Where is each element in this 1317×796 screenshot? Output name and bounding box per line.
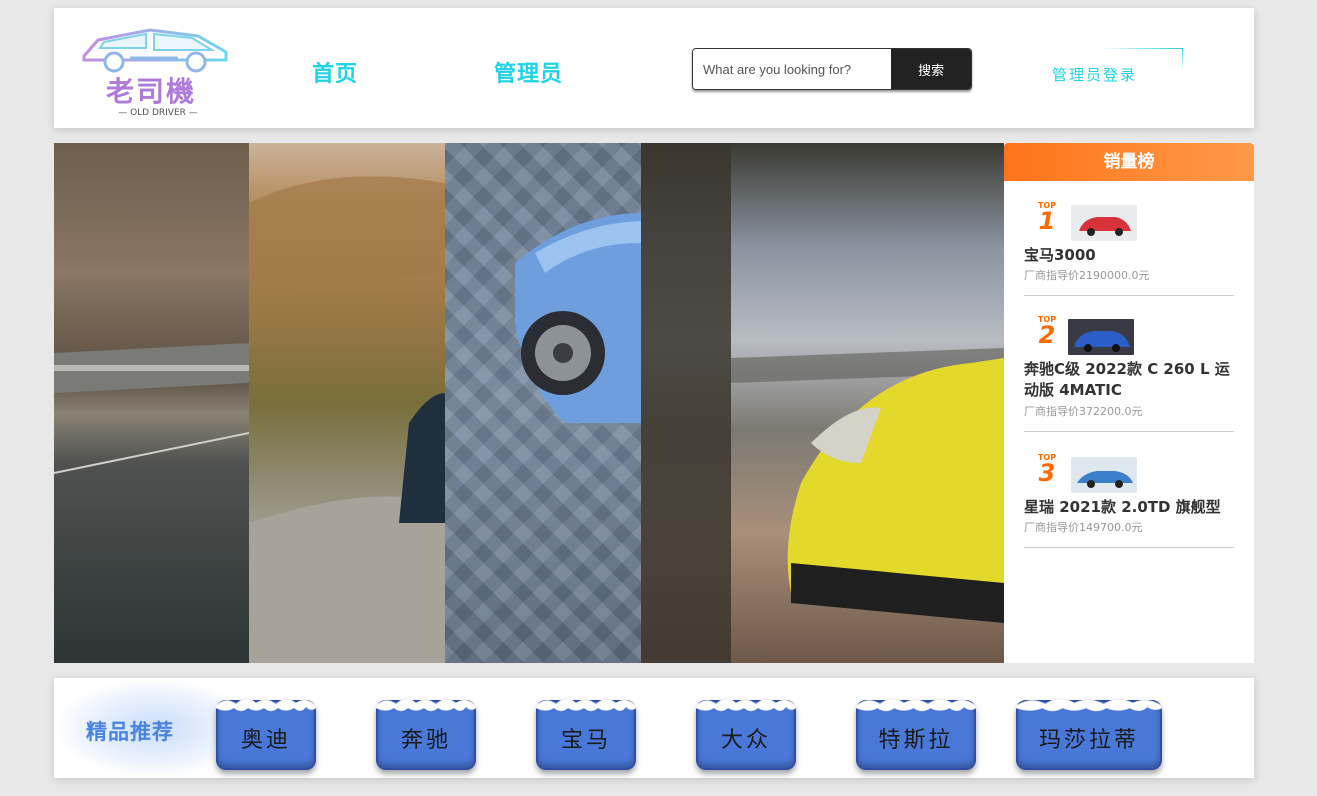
car-thumbnail [1071, 205, 1137, 241]
red-car-icon [1071, 205, 1137, 241]
search-input[interactable] [693, 49, 892, 89]
snow-cap-icon [1016, 698, 1162, 712]
recommended-brands-bar: 精品推荐 奥迪 奔驰 宝马 大众 特斯拉 玛莎拉蒂 [54, 678, 1254, 778]
top-rank-badge: TOP 2 [1032, 315, 1062, 349]
car-thumbnail [1071, 457, 1137, 493]
carousel-panel[interactable] [54, 143, 249, 663]
login-decoration [1098, 48, 1183, 49]
carousel-panel[interactable] [445, 143, 641, 663]
snow-cap-icon [856, 698, 976, 712]
site-header: 老司機 — OLD DRIVER — 首页 管理员 搜索 管理员登录 [54, 8, 1254, 128]
brand-button-audi[interactable]: 奥迪 [216, 698, 316, 770]
brand-button-volkswagen[interactable]: 大众 [696, 698, 796, 770]
snow-cap-icon [376, 698, 476, 712]
brand-button-benz[interactable]: 奔驰 [376, 698, 476, 770]
sales-ranking-panel: 销量榜 TOP 1 宝马3000 厂商指导价2190000.0元 TOP 2 奔… [1004, 143, 1254, 663]
blue-car-image [515, 213, 641, 423]
brand-button-tesla[interactable]: 特斯拉 [856, 698, 976, 770]
logo-subtitle: — OLD DRIVER — [118, 108, 198, 118]
car-name: 奔驰C级 2022款 C 260 L 运动版 4MATIC [1024, 360, 1230, 399]
brand-button-bmw[interactable]: 宝马 [536, 698, 636, 770]
car-name: 星瑞 2021款 2.0TD 旗舰型 [1024, 498, 1221, 516]
brand-label: 玛莎拉蒂 [1038, 728, 1139, 753]
login-decoration [1182, 48, 1183, 70]
blue-car-icon [1068, 319, 1134, 355]
sedan-car-icon [1071, 457, 1137, 493]
nav-home-link[interactable]: 首页 [312, 56, 358, 88]
snow-cap-icon [536, 698, 636, 712]
car-name: 宝马3000 [1024, 246, 1096, 264]
admin-login: 管理员登录 [1048, 48, 1183, 88]
yellow-car-image [641, 143, 1004, 663]
brand-label: 大众 [720, 728, 771, 753]
ranking-title: 销量榜 [1004, 143, 1254, 181]
nav-admin-link[interactable]: 管理员 [494, 56, 563, 88]
recommend-title: 精品推荐 [86, 720, 174, 744]
snow-cap-icon [696, 698, 796, 712]
car-thumbnail [1068, 319, 1134, 355]
rank-number: 3 [1038, 459, 1056, 487]
brand-label: 奥迪 [240, 728, 291, 753]
carousel-panel[interactable] [641, 143, 1004, 663]
logo-text: 老司機 [105, 75, 196, 108]
car-price: 厂商指导价372200.0元 [1024, 405, 1143, 418]
top-rank-badge: TOP 3 [1032, 453, 1062, 487]
car-image-carousel [54, 143, 1004, 663]
rank-number: 1 [1038, 207, 1056, 235]
admin-login-button[interactable]: 管理员登录 [1052, 64, 1137, 85]
brand-button-maserati[interactable]: 玛莎拉蒂 [1016, 698, 1162, 770]
brand-label: 特斯拉 [878, 728, 954, 753]
search-button[interactable]: 搜索 [891, 49, 971, 89]
rank-number: 2 [1038, 321, 1056, 349]
brand-label: 宝马 [560, 728, 611, 753]
ranking-item[interactable]: TOP 3 星瑞 2021款 2.0TD 旗舰型 厂商指导价149700.0元 [1024, 453, 1234, 548]
carousel-panel[interactable] [249, 143, 445, 663]
ranking-item[interactable]: TOP 2 奔驰C级 2022款 C 260 L 运动版 4MATIC 厂商指导… [1024, 315, 1234, 432]
road-image [54, 343, 249, 474]
search-bar: 搜索 [692, 48, 972, 90]
top-rank-badge: TOP 1 [1032, 201, 1062, 235]
car-price: 厂商指导价2190000.0元 [1024, 269, 1150, 282]
ranking-item[interactable]: TOP 1 宝马3000 厂商指导价2190000.0元 [1024, 201, 1234, 296]
site-logo[interactable]: 老司機 — OLD DRIVER — [80, 26, 230, 118]
mountain-road-image [249, 176, 445, 663]
car-price: 厂商指导价149700.0元 [1024, 521, 1143, 534]
brand-label: 奔驰 [400, 728, 451, 753]
